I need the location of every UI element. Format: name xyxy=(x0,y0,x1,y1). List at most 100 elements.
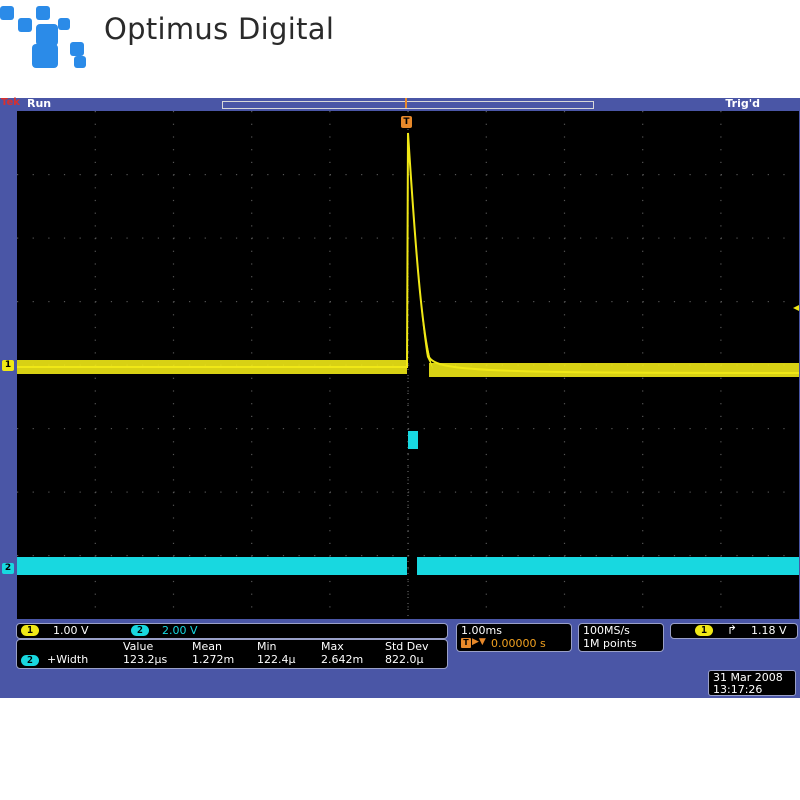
grid-dot xyxy=(642,466,644,468)
grid-dot xyxy=(642,276,644,278)
grid-dot xyxy=(658,555,660,557)
grid-dot xyxy=(485,314,487,316)
grid-dot xyxy=(485,542,487,544)
grid-dot xyxy=(251,555,253,557)
grid-dot xyxy=(485,276,487,278)
grid-dot xyxy=(563,390,566,392)
grid-dot xyxy=(376,555,378,557)
channel-scale-panel[interactable]: 1 1.00 V 2 2.00 V xyxy=(16,623,448,639)
grid-dot xyxy=(329,263,331,265)
grid-dot xyxy=(94,441,96,443)
grid-dot xyxy=(485,123,487,125)
delay-icon: T xyxy=(461,638,471,648)
grid-dot xyxy=(157,428,159,430)
grid-dot xyxy=(329,174,331,176)
grid-dot xyxy=(172,187,175,189)
grid-dot xyxy=(563,415,566,417)
grid-dot xyxy=(752,428,754,430)
grid-dot xyxy=(611,428,613,430)
trigger-level: 1.18 V xyxy=(751,624,787,637)
grid-dot xyxy=(189,174,191,176)
grid-dot xyxy=(251,187,253,189)
grid-dot xyxy=(173,491,175,493)
trigger-time-marker[interactable]: T xyxy=(401,116,412,128)
grid-dot xyxy=(189,301,191,303)
grid-dot xyxy=(94,123,96,125)
grid-dot xyxy=(32,428,34,430)
grid-dot xyxy=(626,301,629,303)
grid-dot xyxy=(94,593,96,595)
grid-dot xyxy=(94,339,96,341)
grid-dot xyxy=(454,555,457,557)
grid-dot xyxy=(94,530,96,532)
grid-dot xyxy=(94,187,96,189)
acquisition-panel[interactable]: 100MS/s 1M points xyxy=(578,623,664,652)
grid-dot xyxy=(361,174,363,176)
grid-dot xyxy=(563,466,566,468)
grid-dot xyxy=(251,453,253,456)
grid-dot xyxy=(329,555,331,557)
grid-dot xyxy=(642,187,644,189)
trigger-panel[interactable]: 1 ↱ 1.18 V xyxy=(670,623,798,639)
grid-dot xyxy=(329,199,331,202)
ch1-badge: 1 xyxy=(21,625,39,636)
grid-dot xyxy=(329,453,331,456)
grid-dot xyxy=(251,161,253,163)
record-length: 1M points xyxy=(583,637,637,650)
grid-dot xyxy=(235,428,238,430)
grid-dot xyxy=(329,161,331,163)
meas-mean: 1.272m xyxy=(192,653,235,666)
grid-dot xyxy=(486,301,488,303)
measurement-panel[interactable]: Value Mean Min Max Std Dev 2 +Width 123.… xyxy=(16,639,448,669)
grid-dot xyxy=(157,237,159,239)
grid-dot xyxy=(329,326,331,329)
grid-dot xyxy=(563,136,566,138)
grid-dot xyxy=(251,314,253,316)
grid-dot xyxy=(564,428,566,430)
ch1-ground-marker[interactable]: 1 xyxy=(2,360,14,371)
grid-dot xyxy=(110,555,113,557)
grid-dot xyxy=(658,301,660,303)
grid-dot xyxy=(642,415,644,417)
grid-dot xyxy=(642,225,644,227)
record-position-bar[interactable] xyxy=(222,101,594,109)
grid-dot xyxy=(329,225,331,227)
grid-dot xyxy=(486,174,488,176)
grid-dot xyxy=(251,403,253,405)
grid-dot xyxy=(251,580,253,583)
grid-dot xyxy=(767,555,769,557)
grid-dot xyxy=(767,301,769,303)
grid-dot xyxy=(94,390,96,392)
grid-dot xyxy=(485,377,487,379)
grid-dot xyxy=(501,428,504,430)
grid-dot xyxy=(94,161,96,163)
grid-dot xyxy=(485,517,487,519)
grid-dot xyxy=(126,301,128,303)
meas-header-stddev: Std Dev xyxy=(385,640,429,653)
grid-dot xyxy=(235,555,238,557)
grid-dot xyxy=(17,491,19,493)
grid-dot xyxy=(251,339,253,341)
grid-dot xyxy=(580,301,582,303)
grid-dot xyxy=(157,301,159,303)
grid-dot xyxy=(94,352,96,354)
grid-dot xyxy=(251,276,253,278)
grid-dot xyxy=(689,555,691,557)
grid-dot xyxy=(642,263,644,265)
grid-dot xyxy=(485,199,487,202)
grid-dot xyxy=(94,504,96,506)
ch1-waveform-band-right xyxy=(429,363,799,377)
grid-dot xyxy=(736,237,738,239)
ch2-waveform-left xyxy=(17,557,407,575)
grid-dot xyxy=(32,491,34,493)
grid-dot xyxy=(142,428,144,430)
ch2-ground-marker[interactable]: 2 xyxy=(2,563,14,574)
horizontal-panel[interactable]: 1.00ms T ▶▼ 0.00000 s xyxy=(456,623,572,652)
grid-dot xyxy=(329,441,331,443)
grid-dot xyxy=(17,301,19,303)
grid-dot xyxy=(329,276,331,278)
grid-dot xyxy=(298,555,300,557)
grid-dot xyxy=(642,580,644,583)
grid-dot xyxy=(517,301,519,303)
grid-dot xyxy=(720,111,722,113)
